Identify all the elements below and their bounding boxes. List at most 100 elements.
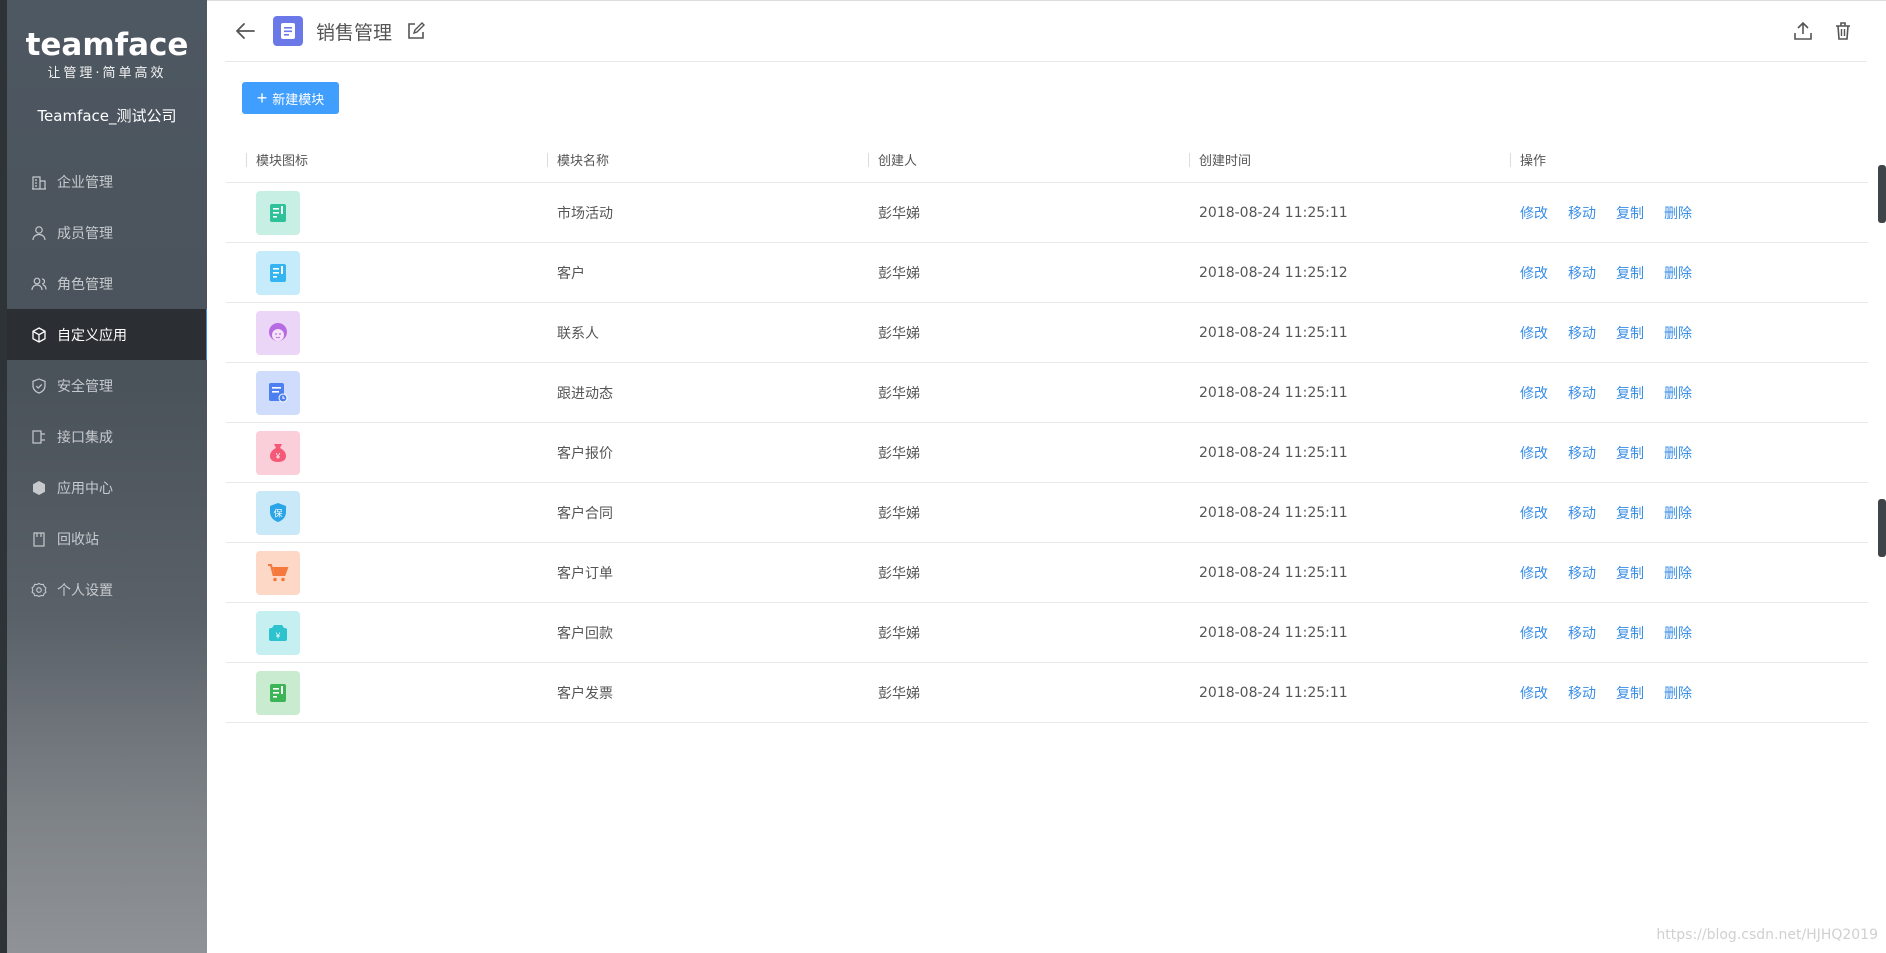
edit-icon[interactable] [406,21,426,41]
new-module-button[interactable]: + 新建模块 [242,82,339,114]
sidebar-item-7[interactable]: 回收站 [7,513,207,564]
edit-link[interactable]: 修改 [1520,263,1548,283]
delete-link[interactable]: 删除 [1664,263,1692,283]
sidebar-item-label: 安全管理 [57,378,113,395]
module-name: 客户回款 [557,625,613,642]
module-created-time: 2018-08-24 11:25:11 [1199,624,1348,641]
new-module-label: 新建模块 [272,91,325,107]
box-icon [30,479,48,497]
edit-link[interactable]: 修改 [1520,563,1548,583]
edit-link[interactable]: 修改 [1520,383,1548,403]
module-created-time: 2018-08-24 11:25:11 [1199,504,1348,521]
money-bag-icon: ¥ [256,430,300,475]
module-creator: 彭华娣 [878,385,920,402]
move-link[interactable]: 移动 [1568,683,1596,703]
delete-link[interactable]: 删除 [1664,443,1692,463]
delete-link[interactable]: 删除 [1664,683,1692,703]
module-name: 客户发票 [557,685,613,702]
copy-link[interactable]: 复制 [1616,203,1644,223]
building-icon [30,173,48,191]
module-icon-cell [226,310,547,355]
module-creator: 彭华娣 [878,445,920,462]
row-actions: 修改 移动 复制 删除 [1510,383,1868,403]
cart-icon [256,550,300,595]
sidebar-item-label: 回收站 [57,531,99,548]
delete-link[interactable]: 删除 [1664,323,1692,343]
sidebar-item-1[interactable]: 成员管理 [7,207,207,258]
edit-link[interactable]: 修改 [1520,623,1548,643]
module-icon-cell [226,550,547,595]
move-link[interactable]: 移动 [1568,203,1596,223]
delete-link[interactable]: 删除 [1664,503,1692,523]
module-table: 模块图标 模块名称 创建人 创建时间 操作 市场活动 彭华娣 2018-08-24 11:2… [226,137,1868,723]
move-link[interactable]: 移动 [1568,503,1596,523]
module-created-time: 2018-08-24 11:25:11 [1199,384,1348,401]
copy-link[interactable]: 复制 [1616,263,1644,283]
back-arrow-icon[interactable] [233,19,257,43]
move-link[interactable]: 移动 [1568,623,1596,643]
sidebar-item-5[interactable]: 接口集成 [7,411,207,462]
shield-icon [30,377,48,395]
plus-icon: + [256,88,268,108]
module-name: 跟进动态 [557,385,613,402]
module-creator: 彭华娣 [878,505,920,522]
edit-link[interactable]: 修改 [1520,323,1548,343]
user-icon [30,224,48,242]
sidebar-item-8[interactable]: 个人设置 [7,564,207,615]
sidebar-item-3[interactable]: 自定义应用 [7,309,209,360]
delete-icon[interactable] [1833,21,1853,41]
sidebar-item-2[interactable]: 角色管理 [7,258,207,309]
move-link[interactable]: 移动 [1568,563,1596,583]
company-name[interactable]: Teamface_测试公司 [7,105,207,126]
note-icon [256,250,300,295]
module-created-time: 2018-08-24 11:25:12 [1199,264,1348,281]
move-link[interactable]: 移动 [1568,443,1596,463]
edit-link[interactable]: 修改 [1520,683,1548,703]
copy-link[interactable]: 复制 [1616,323,1644,343]
copy-link[interactable]: 复制 [1616,503,1644,523]
table-row: 客户发票 彭华娣 2018-08-24 11:25:11 修改 移动 复制 删除 [226,663,1868,723]
delete-link[interactable]: 删除 [1664,203,1692,223]
sidebar-item-label: 自定义应用 [57,327,127,344]
delete-link[interactable]: 删除 [1664,383,1692,403]
note-icon [256,190,300,235]
sidebar-item-4[interactable]: 安全管理 [7,360,207,411]
copy-link[interactable]: 复制 [1616,383,1644,403]
cube-icon [30,326,48,344]
edit-link[interactable]: 修改 [1520,203,1548,223]
delete-link[interactable]: 删除 [1664,563,1692,583]
module-creator: 彭华娣 [878,625,920,642]
gear-icon [30,581,48,599]
move-link[interactable]: 移动 [1568,323,1596,343]
sidebar-item-0[interactable]: 企业管理 [7,156,207,207]
move-link[interactable]: 移动 [1568,383,1596,403]
trash-icon [30,530,48,548]
sidebar-item-label: 企业管理 [57,174,113,191]
edit-link[interactable]: 修改 [1520,443,1548,463]
move-link[interactable]: 移动 [1568,263,1596,283]
copy-link[interactable]: 复制 [1616,683,1644,703]
scrollbar-thumb[interactable] [1878,165,1886,223]
copy-link[interactable]: 复制 [1616,443,1644,463]
module-created-time: 2018-08-24 11:25:11 [1199,324,1348,341]
row-actions: 修改 移动 复制 删除 [1510,323,1868,343]
svg-text:¥: ¥ [275,631,281,640]
module-created-time: 2018-08-24 11:25:11 [1199,204,1348,221]
copy-link[interactable]: 复制 [1616,623,1644,643]
copy-link[interactable]: 复制 [1616,563,1644,583]
edit-link[interactable]: 修改 [1520,503,1548,523]
column-header-0: 模块图标 [226,150,547,169]
scrollbar-thumb-secondary[interactable] [1878,499,1886,557]
main-content: 销售管理 + 新建模块 模块图标 模块名称 创建人 创建时间 操作 市场活动 彭华娣 201… [207,0,1886,953]
export-icon[interactable] [1793,21,1813,41]
table-body: 市场活动 彭华娣 2018-08-24 11:25:11 修改 移动 复制 删除 客户 彭华娣 2… [226,183,1868,723]
top-bar: 销售管理 [225,1,1867,62]
row-actions: 修改 移动 复制 删除 [1510,203,1868,223]
table-row: 客户 彭华娣 2018-08-24 11:25:12 修改 移动 复制 删除 [226,243,1868,303]
table-row: 客户订单 彭华娣 2018-08-24 11:25:11 修改 移动 复制 删除 [226,543,1868,603]
module-name: 联系人 [557,325,599,342]
person-face-icon [256,310,300,355]
delete-link[interactable]: 删除 [1664,623,1692,643]
yen-box-icon: ¥ [256,610,300,655]
sidebar-item-6[interactable]: 应用中心 [7,462,207,513]
